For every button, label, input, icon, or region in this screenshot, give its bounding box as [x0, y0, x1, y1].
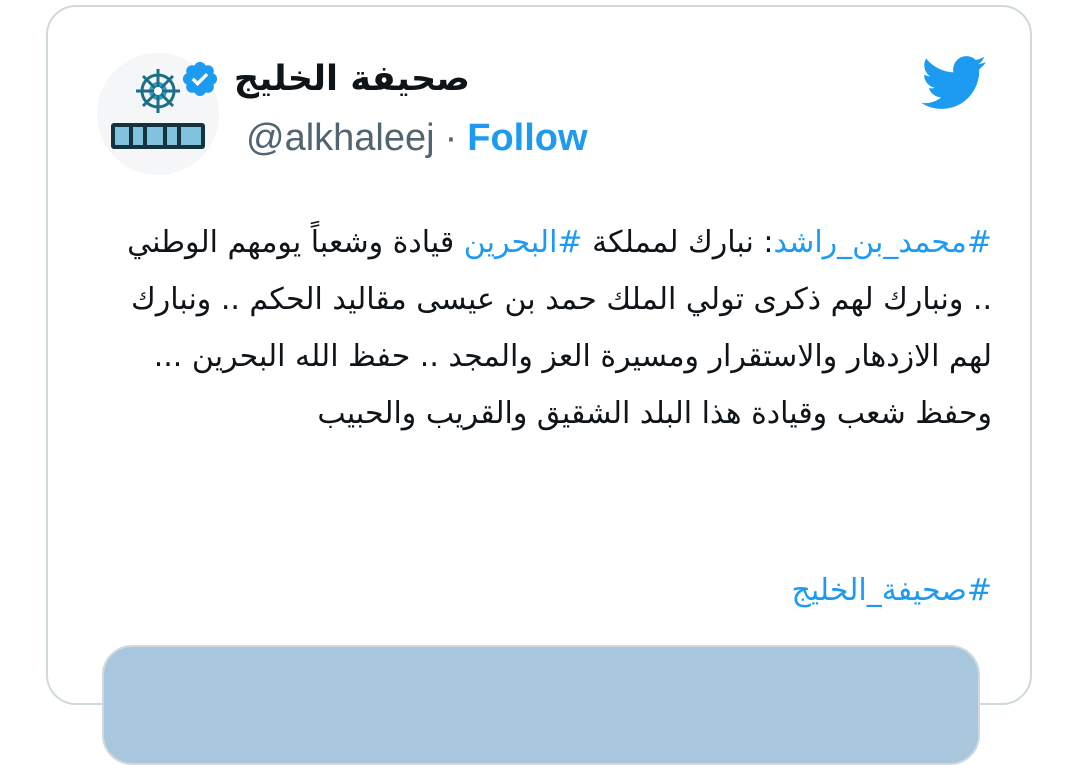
hashtag-mohammed-bin-rashid[interactable]: #محمد_بن_راشد — [773, 225, 992, 260]
verified-badge-icon — [182, 61, 217, 97]
tweet-media[interactable] — [102, 645, 980, 765]
twitter-bird-icon[interactable] — [921, 55, 987, 111]
separator-dot: · — [444, 117, 458, 159]
hashtag-line: #صحيفة_الخليج — [106, 562, 992, 619]
display-name[interactable]: صحيفة الخليج — [234, 59, 470, 99]
follow-button[interactable]: Follow — [467, 117, 587, 160]
display-name-row[interactable]: صحيفة الخليج — [180, 59, 470, 99]
account-handle[interactable]: @alkhaleej — [246, 117, 435, 160]
handle-row: @alkhaleej · Follow — [246, 117, 588, 160]
hashtag-alkhaleej[interactable]: #صحيفة_الخليج — [792, 573, 992, 608]
tweet-card[interactable]: صحيفة الخليج @alkhaleej · Follow #محمد_ب… — [46, 5, 1032, 765]
hashtag-bahrain[interactable]: #البحرين — [464, 225, 583, 260]
tweet-text-part-1: : نبارك لمملكة — [582, 225, 774, 260]
tweet-text: #محمد_بن_راشد: نبارك لمملكة #البحرين قيا… — [106, 214, 992, 442]
